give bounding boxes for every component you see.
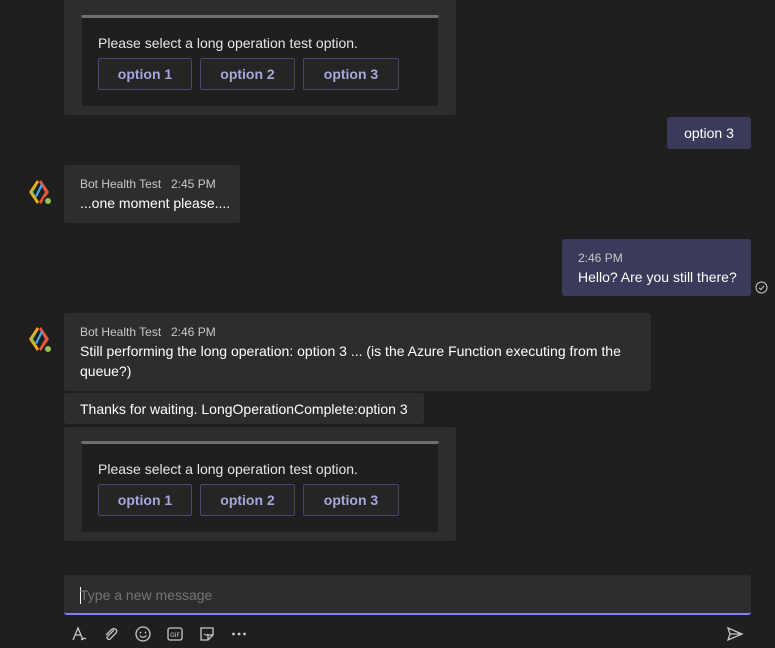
presence-status-icon	[43, 344, 53, 354]
option-1-button[interactable]: option 1	[98, 58, 192, 90]
message-text-line-1: Still performing the long operation: opt…	[80, 343, 621, 359]
svg-text:GIF: GIF	[170, 632, 180, 639]
gif-icon[interactable]: GIF	[163, 622, 187, 646]
adaptive-card-top: Please select a long operation test opti…	[80, 15, 440, 108]
bot-message-3: Thanks for waiting. LongOperationComplet…	[64, 393, 424, 424]
option-3-button[interactable]: option 3	[303, 484, 399, 516]
card-prompt: Please select a long operation test opti…	[98, 461, 358, 477]
user-message-option3: option 3	[667, 117, 751, 149]
send-icon[interactable]	[723, 622, 747, 646]
message-text-line-2: queue?)	[80, 363, 132, 379]
card-prompt: Please select a long operation test opti…	[98, 35, 358, 51]
message-time: 2:45 PM	[171, 177, 216, 191]
option-2-button[interactable]: option 2	[200, 58, 295, 90]
compose-box[interactable]	[64, 575, 751, 615]
option-1-button[interactable]: option 1	[98, 484, 192, 516]
sticker-icon[interactable]	[195, 622, 219, 646]
read-receipt-icon	[755, 281, 768, 294]
message-text: ...one moment please....	[80, 195, 231, 211]
bot-message-2: Bot Health Test 2:46 PM Still performing…	[64, 313, 651, 391]
sender-name: Bot Health Test	[80, 177, 162, 191]
message-input[interactable]	[80, 583, 720, 607]
message-text: Hello? Are you still there?	[578, 269, 737, 285]
user-message-2: 2:46 PM Hello? Are you still there?	[562, 239, 751, 296]
emoji-icon[interactable]	[131, 622, 155, 646]
presence-status-icon	[43, 196, 53, 206]
adaptive-card-bottom: Please select a long operation test opti…	[80, 441, 440, 534]
bot-message-1: Bot Health Test 2:45 PM ...one moment pl…	[64, 165, 240, 223]
sender-name: Bot Health Test	[80, 325, 162, 339]
message-text: Thanks for waiting. LongOperationComplet…	[80, 400, 408, 417]
option-3-button[interactable]: option 3	[303, 58, 399, 90]
user-message-text: option 3	[684, 125, 734, 141]
format-icon[interactable]	[67, 622, 91, 646]
option-2-button[interactable]: option 2	[200, 484, 295, 516]
more-icon[interactable]	[227, 622, 251, 646]
message-time: 2:46 PM	[171, 325, 216, 339]
attach-icon[interactable]	[99, 622, 123, 646]
message-time: 2:46 PM	[578, 251, 623, 265]
